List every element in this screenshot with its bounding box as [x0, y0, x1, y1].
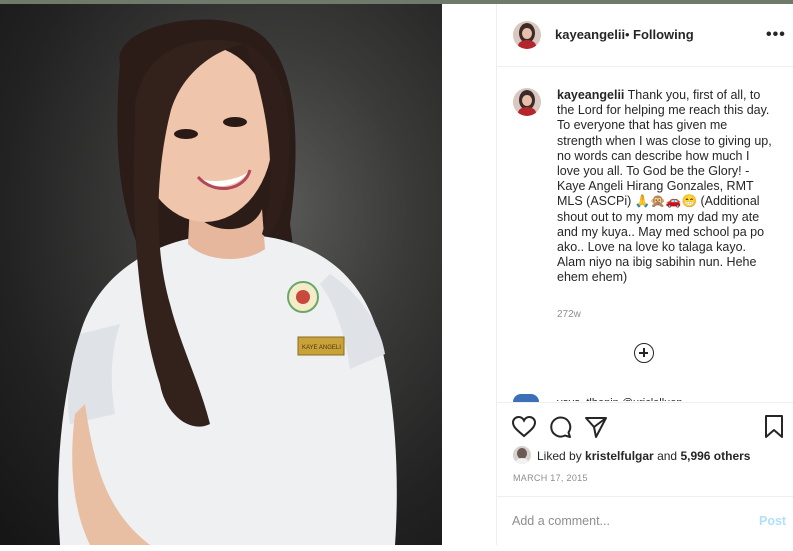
portrait-illustration: KAYE ANGELI: [58, 19, 397, 545]
caption-timestamp: 272w: [557, 309, 581, 320]
post-sidebar: kayeangelii • Following ••• kayeangelii …: [496, 4, 793, 545]
likes-summary[interactable]: Liked by kristelfulgar and 5,996 others: [537, 449, 750, 463]
post-date: MARCH 17, 2015: [513, 473, 588, 483]
liked-by-others[interactable]: 5,996 others: [680, 449, 750, 463]
liked-by-user[interactable]: kristelfulgar: [585, 449, 654, 463]
heart-icon[interactable]: [511, 415, 537, 439]
comment-icon[interactable]: [548, 415, 572, 439]
caption-text: Thank you, first of all, to the Lord for…: [557, 88, 772, 285]
post-photo[interactable]: KAYE ANGELI: [0, 4, 442, 545]
liked-by-and: and: [653, 449, 681, 463]
caption-avatar[interactable]: [513, 88, 541, 116]
comment-text-peek: yoyo_tlhenin @uriclelluen dano: [557, 394, 707, 401]
add-comment-input[interactable]: Add a comment...: [512, 514, 610, 528]
comment-bar: Add a comment... Post: [497, 496, 793, 551]
svg-text:KAYE ANGELI: KAYE ANGELI: [302, 345, 341, 351]
post-caption: kayeangelii Thank you, first of all, to …: [557, 88, 775, 286]
layout-gap: [442, 4, 496, 545]
load-more-comments-icon[interactable]: [634, 343, 654, 363]
share-icon[interactable]: [584, 415, 608, 439]
bookmark-icon[interactable]: [763, 414, 785, 440]
post-comment-button[interactable]: Post: [759, 514, 786, 528]
header-username[interactable]: kayeangelii: [555, 27, 625, 42]
liked-by-prefix: Liked by: [537, 449, 586, 463]
post-header: kayeangelii • Following •••: [497, 4, 793, 67]
liked-by-avatar[interactable]: [513, 446, 531, 464]
header-separator: •: [625, 27, 630, 42]
comment-avatar-peek: [513, 394, 539, 402]
caption-username[interactable]: kayeangelii: [557, 88, 624, 102]
header-avatar[interactable]: [513, 21, 541, 49]
actions-section: Liked by kristelfulgar and 5,996 others …: [497, 402, 793, 550]
following-button[interactable]: Following: [633, 27, 694, 42]
more-options-icon[interactable]: •••: [766, 26, 786, 44]
